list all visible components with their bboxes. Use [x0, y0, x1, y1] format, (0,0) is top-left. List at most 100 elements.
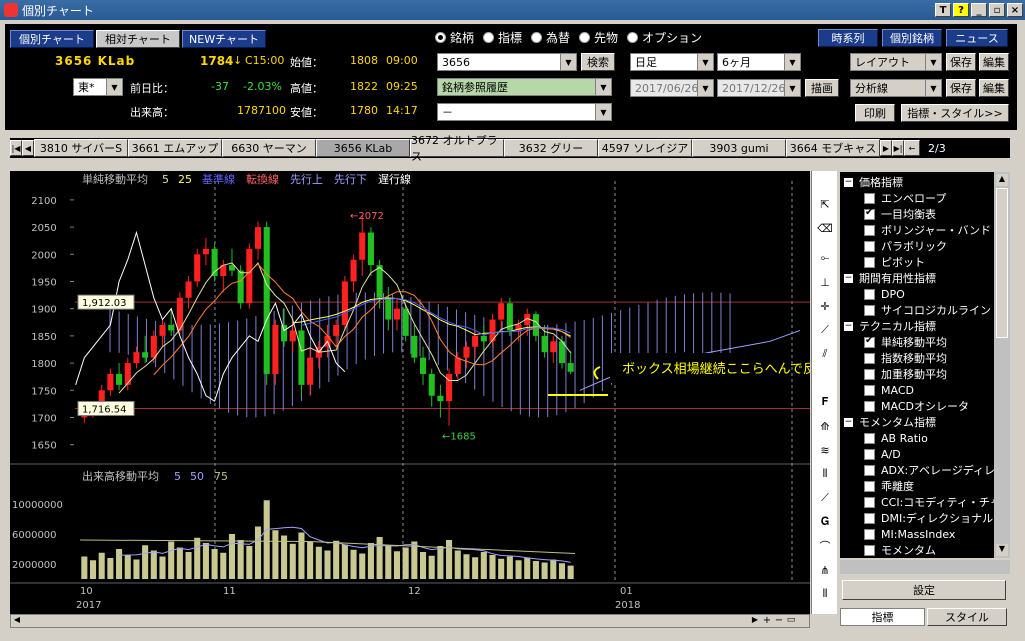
- speed-line-icon[interactable]: ⟋: [815, 489, 835, 507]
- close-icon[interactable]: ×: [1007, 3, 1023, 17]
- scroll-right-icon[interactable]: ▶: [749, 615, 761, 627]
- indicator-item[interactable]: ボリンジャー・バンド: [864, 222, 991, 238]
- indicator-item[interactable]: 加重移動平均: [864, 366, 947, 382]
- indicator-category-row[interactable]: − モメンタム指標: [844, 414, 936, 430]
- checkbox-icon[interactable]: [864, 335, 875, 348]
- stock-tab-6[interactable]: 4597 ソレイジア: [598, 139, 692, 157]
- radio-0[interactable]: 銘柄: [435, 29, 474, 46]
- checkbox-icon[interactable]: [864, 448, 875, 460]
- indicator-item[interactable]: 指数移動平均: [864, 350, 947, 366]
- tab-indicator[interactable]: 指標: [840, 608, 925, 626]
- last-page-icon[interactable]: ▶|: [892, 140, 904, 156]
- first-page-icon[interactable]: |◀: [10, 140, 22, 156]
- fan-icon[interactable]: ⟰: [815, 417, 835, 435]
- checkbox-icon[interactable]: [864, 288, 875, 300]
- radio-3[interactable]: 先物: [579, 29, 618, 46]
- checkbox-icon[interactable]: [864, 192, 875, 204]
- restore-icon[interactable]: ▫: [989, 3, 1005, 17]
- tab-relative-chart[interactable]: 相対チャート: [96, 30, 180, 48]
- indicator-item[interactable]: MACD: [864, 382, 914, 398]
- zoom-out-icon[interactable]: −: [773, 615, 785, 627]
- indicator-item[interactable]: AB Ratio: [864, 430, 928, 446]
- individual-stock-button[interactable]: 個別銘柄: [882, 29, 942, 47]
- print-button[interactable]: 印刷: [855, 104, 895, 122]
- checkbox-icon[interactable]: [864, 400, 875, 412]
- scroll-thumb[interactable]: [996, 188, 1008, 338]
- time-zone-icon[interactable]: ⦀: [815, 465, 835, 483]
- layout-edit-button[interactable]: 編集: [979, 53, 1009, 71]
- indicator-scrollbar[interactable]: ▲ ▼: [994, 172, 1010, 558]
- back-arrow-icon[interactable]: ←: [904, 140, 920, 156]
- history-select[interactable]: 銘柄参照履歴 ▼: [437, 78, 612, 96]
- indicator-item[interactable]: MACDオシレータ: [864, 398, 969, 414]
- indicator-item[interactable]: DMI:ディレクショナル: [864, 510, 993, 526]
- analysis-save-button[interactable]: 保存: [946, 79, 976, 97]
- eraser-icon[interactable]: ⌫: [815, 219, 835, 237]
- search-input[interactable]: 3656 ▼: [437, 53, 577, 71]
- timeseries-button[interactable]: 時系列: [818, 29, 878, 47]
- checkbox-icon[interactable]: [864, 384, 875, 396]
- indicator-item[interactable]: MI:MassIndex: [864, 526, 955, 542]
- radio-2[interactable]: 為替: [531, 29, 570, 46]
- checkbox-icon[interactable]: [864, 512, 875, 524]
- draw-button[interactable]: 描画: [805, 79, 839, 97]
- to-date[interactable]: 2017/12/26 ▼: [717, 79, 801, 97]
- channel-icon[interactable]: ⫽: [815, 345, 835, 363]
- tab-individual-chart[interactable]: 個別チャート: [10, 30, 94, 48]
- collapse-icon[interactable]: −: [844, 417, 853, 427]
- indicator-item[interactable]: サイコロジカルライン: [864, 302, 991, 318]
- tab-style[interactable]: スタイル: [927, 608, 1007, 626]
- title-bar[interactable]: 個別チャート T ? _ ▫ ×: [0, 0, 1025, 20]
- price-chart[interactable]: 1650 1700 1750 1800 1850 1900 1950 2000 2050 2100…: [10, 171, 855, 614]
- indicator-item[interactable]: 乖離度: [864, 478, 914, 494]
- checkbox-icon[interactable]: [864, 352, 875, 364]
- gann-icon[interactable]: 𝐆: [815, 513, 835, 531]
- stock-tab-4[interactable]: 3672 オルトプラス: [410, 134, 504, 163]
- checkbox-icon[interactable]: [864, 496, 875, 508]
- collapse-icon[interactable]: −: [844, 321, 853, 331]
- news-button[interactable]: ニュース: [946, 29, 1008, 47]
- pointer-icon[interactable]: ⇱: [815, 195, 835, 213]
- zoom-in-icon[interactable]: +: [761, 615, 773, 627]
- collapse-icon[interactable]: −: [844, 273, 853, 283]
- stock-tab-5[interactable]: 3632 グリー: [504, 139, 598, 157]
- cross-line-icon[interactable]: ✛: [815, 297, 835, 315]
- minimize-icon[interactable]: _: [971, 3, 987, 17]
- horizontal-line-icon[interactable]: ⟜: [815, 249, 835, 267]
- indicator-item[interactable]: パラボリック: [864, 238, 947, 254]
- chart-hscroll[interactable]: ◀ ▶ + − ▭: [10, 614, 810, 628]
- checkbox-icon[interactable]: [864, 368, 875, 380]
- checkbox-icon[interactable]: [864, 207, 875, 220]
- checkbox-icon[interactable]: [864, 464, 875, 476]
- next-page-icon[interactable]: ▶: [880, 140, 892, 156]
- tab-new-chart[interactable]: NEWチャート: [182, 30, 266, 48]
- collapse-icon[interactable]: −: [844, 177, 853, 187]
- indicator-item[interactable]: DPO: [864, 286, 905, 302]
- indicator-hscroll[interactable]: [840, 560, 1010, 574]
- market-select[interactable]: 東* ▼: [73, 78, 123, 96]
- arc-icon[interactable]: ⌒: [815, 537, 835, 555]
- indicator-category-row[interactable]: − 期間有用性指標: [844, 270, 936, 286]
- interval-select[interactable]: 日足 ▼: [630, 53, 714, 71]
- range-select[interactable]: 6ヶ月 ▼: [717, 53, 801, 71]
- stock-tab-0[interactable]: 3810 サイバーS: [34, 139, 128, 157]
- help-icon[interactable]: ?: [953, 3, 969, 17]
- checkbox-icon[interactable]: [864, 480, 875, 492]
- stock-tab-3[interactable]: 3656 KLab: [316, 139, 410, 157]
- checkbox-icon[interactable]: [864, 528, 875, 540]
- trend-line-icon[interactable]: ⟋: [815, 321, 835, 339]
- radio-4[interactable]: オプション: [627, 29, 702, 46]
- indicator-style-button[interactable]: 指標・スタイル>>: [901, 104, 1009, 122]
- layout-select[interactable]: レイアウト ▼: [850, 53, 942, 71]
- checkbox-icon[interactable]: [864, 224, 875, 236]
- checkbox-icon[interactable]: [864, 240, 875, 252]
- analysis-select[interactable]: 分析線 ▼: [850, 79, 942, 97]
- from-date[interactable]: 2017/06/26 ▼: [630, 79, 714, 97]
- indicator-category-row[interactable]: − 価格指標: [844, 174, 903, 190]
- settings-button[interactable]: 設定: [842, 580, 1006, 600]
- retracement-icon[interactable]: ≋: [815, 441, 835, 459]
- indicator-item[interactable]: モメンタム: [864, 542, 936, 558]
- indicator-item[interactable]: A/D: [864, 446, 901, 462]
- indicator-category-row[interactable]: − テクニカル指標: [844, 318, 936, 334]
- cycle-icon[interactable]: ⦀: [815, 585, 835, 603]
